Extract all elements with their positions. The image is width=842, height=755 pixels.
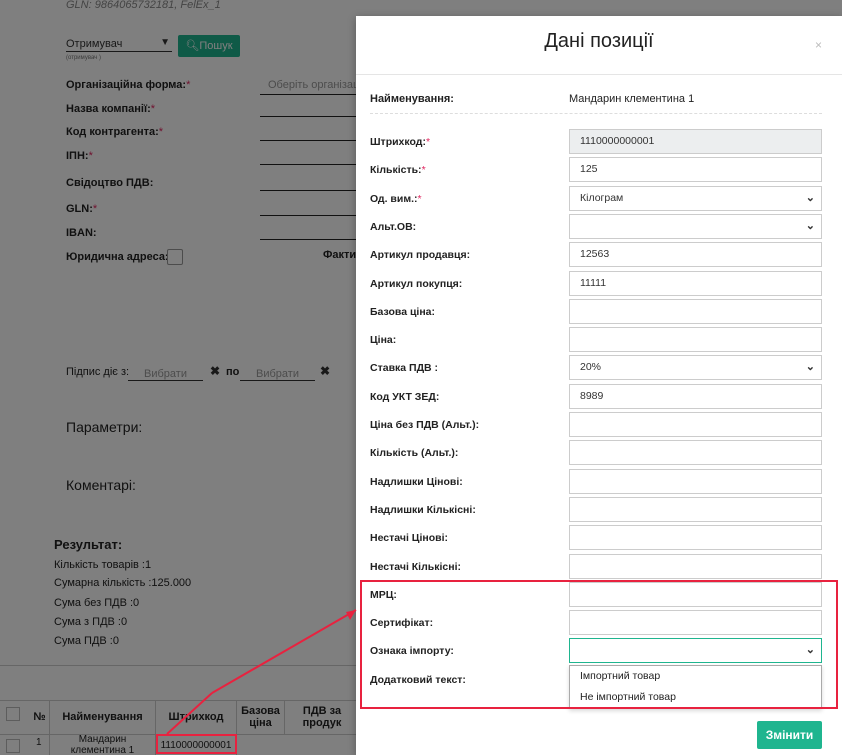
- field-value: 20%: [580, 361, 602, 374]
- field-label: Альт.ОВ:: [370, 220, 417, 233]
- field-value: 125: [580, 163, 598, 176]
- form-row: Штрихкод:* 1110000000001: [370, 129, 822, 154]
- field-value: 12563: [580, 248, 610, 261]
- field-label: Нестачі Кількісні:: [370, 560, 461, 573]
- input-field[interactable]: [569, 440, 822, 466]
- form-row: Артикул покупця: 11111: [370, 270, 822, 296]
- chevron-down-icon: ⌄: [805, 361, 815, 374]
- input-field[interactable]: [569, 327, 822, 353]
- form-row: Ціна без ПДВ (Альт.):: [370, 412, 822, 437]
- form-row: Артикул продавця: 12563: [370, 242, 822, 268]
- modal-title: Дані позиції: [544, 30, 654, 52]
- name-value: Мандарин клементина 1: [569, 93, 695, 105]
- form-row: Ставка ПДВ : 20% ⌄: [370, 355, 822, 381]
- field-value: 8989: [580, 389, 604, 402]
- name-label: Найменування:: [370, 93, 454, 105]
- field-label: Ціна без ПДВ (Альт.):: [370, 419, 480, 431]
- change-button[interactable]: Змінити: [757, 721, 822, 749]
- field-label: Ціна:: [370, 334, 397, 347]
- field-label: Артикул покупця:: [370, 277, 463, 290]
- field-label: Штрихкод:*: [370, 136, 431, 148]
- field-value: 1110000000001: [580, 135, 655, 147]
- field-label: Надлишки Цінові:: [370, 475, 463, 488]
- field-label: Кількість:*: [370, 164, 426, 177]
- field-label: Артикул продавця:: [370, 249, 471, 262]
- field-label: Од. вим.:*: [370, 192, 422, 205]
- select-field[interactable]: Кілограм ⌄: [569, 185, 822, 211]
- field-label: Ставка ПДВ :: [370, 362, 439, 375]
- field-label: Надлишки Кількісні:: [370, 503, 476, 516]
- input-field[interactable]: 125: [569, 157, 822, 183]
- form-row: Код УКТ ЗЕД: 8989: [370, 383, 822, 409]
- highlight-box: [360, 580, 838, 709]
- form-row: Од. вим.:* Кілограм ⌄: [370, 185, 822, 211]
- field-label: Базова ціна:: [370, 305, 436, 318]
- form-row: Базова ціна:: [370, 298, 822, 324]
- divider: [356, 74, 842, 75]
- close-icon[interactable]: ×: [815, 38, 822, 52]
- select-field[interactable]: ⌄: [569, 213, 822, 239]
- form-row: Кількість (Альт.):: [370, 440, 822, 466]
- form-row: Надлишки Кількісні:: [370, 496, 822, 522]
- input-field[interactable]: [569, 553, 822, 579]
- input-field[interactable]: 12563: [569, 242, 822, 268]
- form-row: Кількість:* 125: [370, 157, 822, 183]
- field-value: Кілограм: [580, 191, 624, 204]
- input-field[interactable]: 11111: [569, 270, 822, 296]
- form-row: Альт.ОВ: ⌄: [370, 213, 822, 239]
- input-field[interactable]: [569, 468, 822, 494]
- highlight-barcode-cell: [156, 734, 237, 754]
- chevron-down-icon: ⌄: [805, 219, 815, 232]
- field-label: Нестачі Цінові:: [370, 532, 448, 545]
- field-value: 11111: [580, 276, 607, 289]
- field-label: Код УКТ ЗЕД:: [370, 390, 440, 403]
- input-field[interactable]: [569, 525, 822, 551]
- input-field[interactable]: [569, 298, 822, 324]
- form-row: Нестачі Цінові:: [370, 525, 822, 551]
- form-row: Ціна:: [370, 327, 822, 353]
- divider: [370, 113, 822, 114]
- form-row: Нестачі Кількісні:: [370, 553, 822, 579]
- input-field[interactable]: [569, 496, 822, 522]
- chevron-down-icon: ⌄: [805, 191, 815, 204]
- field-label: Кількість (Альт.):: [370, 447, 459, 460]
- input-field[interactable]: [569, 412, 822, 437]
- select-field[interactable]: 20% ⌄: [569, 355, 822, 381]
- barcode-field[interactable]: 1110000000001: [569, 129, 822, 154]
- form-row: Надлишки Цінові:: [370, 468, 822, 494]
- input-field[interactable]: 8989: [569, 383, 822, 409]
